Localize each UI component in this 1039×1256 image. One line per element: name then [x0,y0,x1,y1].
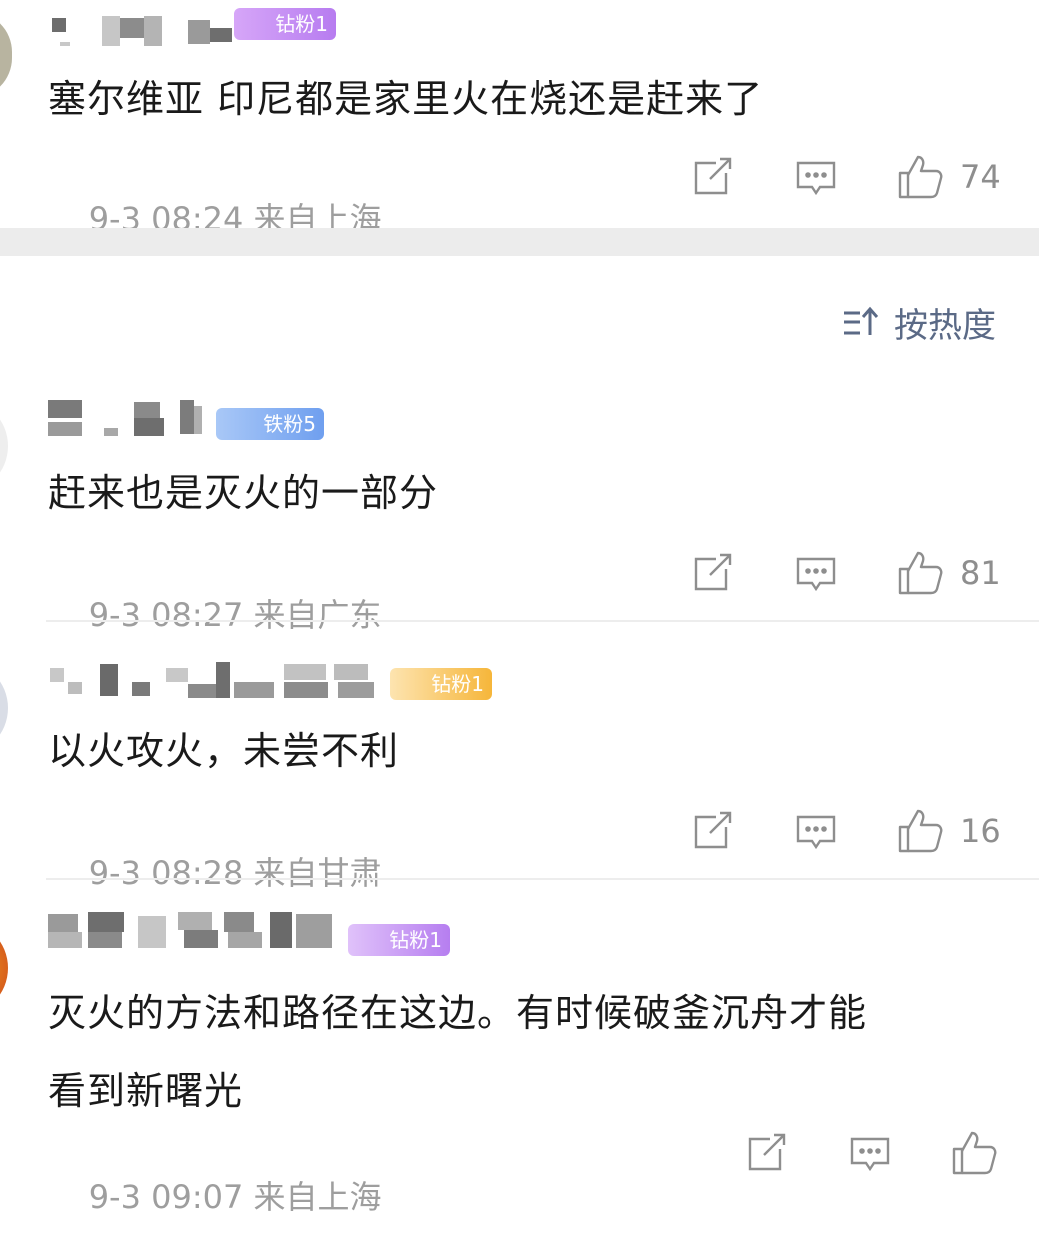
comment-time: 9-3 08:28 [88,854,244,892]
comment-icon [796,557,836,592]
sort-icon [844,306,879,335]
comment-actions: 16 [0,806,1039,856]
fan-badge[interactable]: 钻粉1 [348,924,450,956]
share-icon [694,157,732,195]
fan-badge[interactable]: 铁粉5 [216,408,324,440]
share-icon [694,811,732,849]
like-count: 74 [960,158,1001,196]
comment-item: 钻粉1 以火攻火，未尝不利 9-3 08:28 来自甘肃 16 [0,640,1039,892]
comment-text-line: 灭火的方法和路径在这边。有时候破釜沉舟才能 [48,991,868,1035]
comment-actions: 74 [0,152,1039,202]
comment-text-line: 看到新曙光 [48,1069,244,1113]
username-blurred[interactable] [50,8,240,48]
avatar[interactable] [0,12,12,98]
share-button[interactable] [690,806,734,856]
comment-text: 塞尔维亚 印尼都是家里火在烧还是赶来了 [48,77,764,121]
comment-item: 铁粉5 赶来也是灭火的一部分 9-3 08:27 来自广东 81 [0,380,1039,634]
comment-actions [0,1128,1039,1178]
thumbs-up-icon [898,551,943,595]
reply-button[interactable] [794,152,838,202]
reply-button[interactable] [848,1128,892,1178]
thumbs-up-icon [898,809,943,853]
comment-icon [850,1137,890,1172]
comment-location: 来自广东 [253,596,382,634]
avatar[interactable] [0,660,8,756]
comment-text: 赶来也是灭火的一部分 [48,471,439,515]
comment-icon [796,815,836,850]
share-button[interactable] [690,548,734,598]
comment-time: 9-3 08:27 [88,596,244,634]
reply-button[interactable] [794,806,838,856]
thumbs-up-icon [898,155,943,199]
avatar[interactable] [0,920,8,1016]
share-button[interactable] [744,1128,788,1178]
comment-icon [796,161,836,196]
share-button[interactable] [690,152,734,202]
fan-badge[interactable]: 钻粉1 [234,8,336,40]
like-button[interactable]: 16 [896,806,1001,856]
sort-label: 按热度 [894,305,996,346]
comment-divider [46,878,1039,880]
comment-top: 钻粉1 塞尔维亚 印尼都是家里火在烧还是赶来了 9-3 08:24 来自上海 7… [0,0,1039,238]
fan-badge[interactable]: 钻粉1 [390,668,492,700]
like-count: 16 [960,812,1001,850]
like-button[interactable] [950,1128,998,1178]
reply-button[interactable] [794,548,838,598]
like-button[interactable]: 74 [896,152,1001,202]
comment-time: 9-3 09:07 [88,1178,244,1216]
comment-divider [46,620,1039,622]
share-icon [748,1133,786,1171]
comment-actions: 81 [0,548,1039,598]
thumbs-up-icon [952,1131,997,1175]
avatar[interactable] [0,398,8,494]
like-button[interactable]: 81 [896,548,1001,598]
comment-text: 灭火的方法和路径在这边。有时候破釜沉舟才能 看到新曙光 [48,974,1008,1130]
comment-text: 以火攻火，未尝不利 [48,729,400,773]
share-icon [694,553,732,591]
username-blurred[interactable] [48,398,208,438]
comment-location: 来自上海 [253,1178,382,1216]
comment-item: 钻粉1 灭火的方法和路径在这边。有时候破釜沉舟才能 看到新曙光 9-3 09:0… [0,896,1039,1216]
comment-location: 来自甘肃 [253,854,382,892]
username-blurred[interactable] [48,910,348,950]
sort-by-hot-button[interactable]: 按热度 [842,300,996,346]
username-blurred[interactable] [48,660,388,700]
like-count: 81 [960,554,1001,592]
section-divider [0,228,1039,256]
